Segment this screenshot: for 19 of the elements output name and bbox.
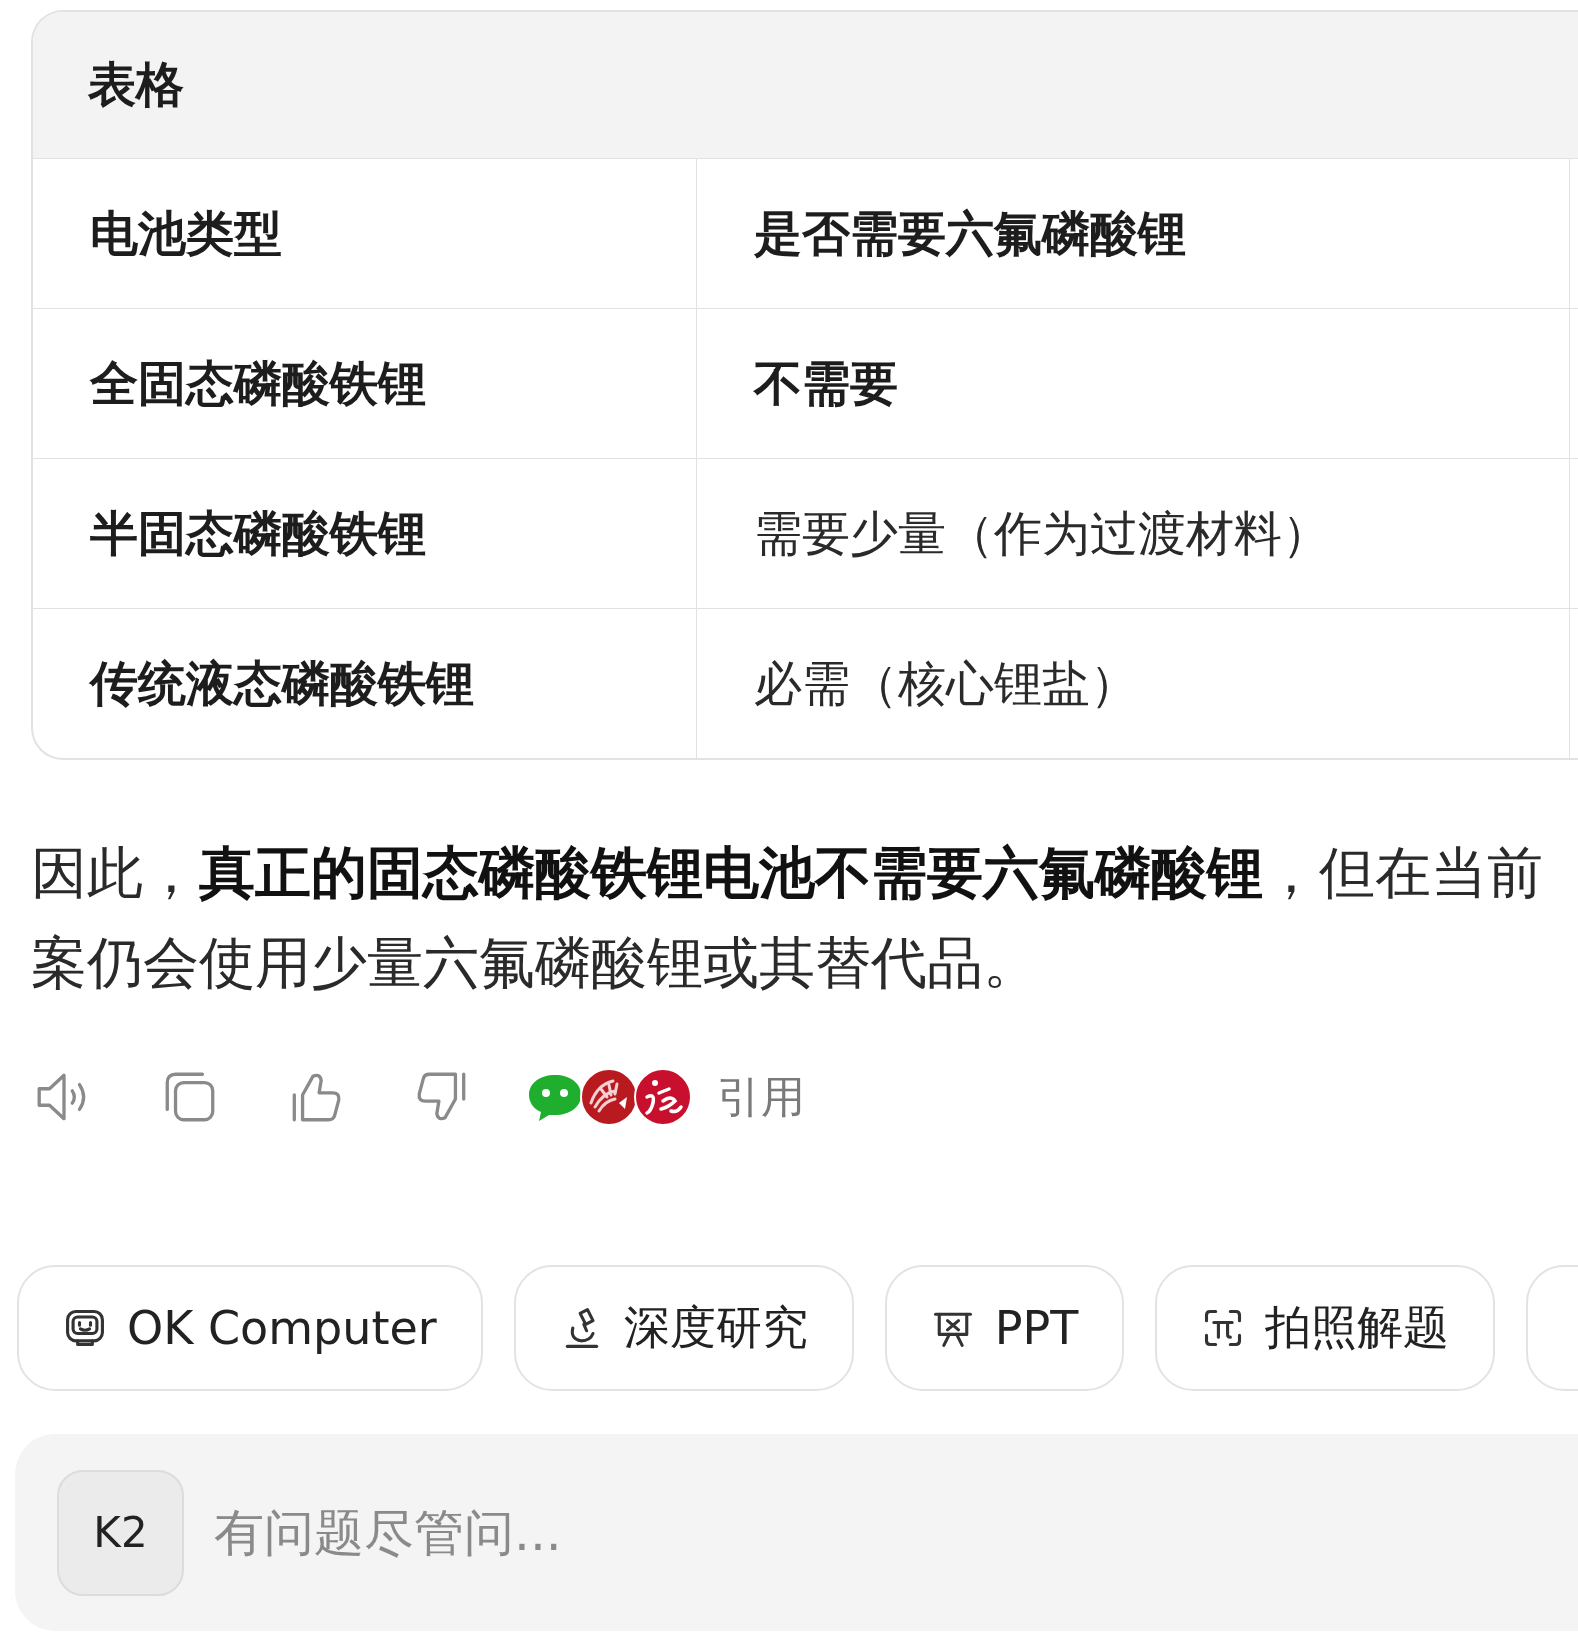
table-cell: 需要少量（作为过渡材料） [697, 459, 1570, 608]
table-cell: 传统液态磷酸铁锂 [33, 609, 697, 758]
table-cell: 不需要 [697, 309, 1570, 458]
shortcut-chip[interactable]: PPT [884, 1265, 1125, 1391]
table-cell: 电池类型 [33, 159, 697, 308]
round-logo-icon [633, 1067, 693, 1127]
table-cell: 半固态磷酸铁锂 [33, 459, 697, 608]
answer-text: 案仍会使用少量六氟磷酸锂或其替代品。 [31, 929, 1039, 997]
citation-link[interactable]: 引用 [717, 1067, 805, 1127]
shortcut-chip[interactable]: 拍照解题 [1155, 1265, 1496, 1391]
chat-input-field[interactable]: K2 有问题尽管问... [15, 1434, 1578, 1631]
table-cell: 是否需要六氟磷酸锂 [697, 159, 1570, 308]
shortcut-chip[interactable]: 深度研究 [513, 1265, 854, 1391]
table-cell: 全固态磷酸铁锂 [33, 309, 697, 458]
shortcut-chip[interactable]: OK Computer [17, 1265, 483, 1391]
model-button[interactable]: K2 [57, 1469, 184, 1596]
answer-text: 因此，真正的固态磷酸铁锂电池不需要六氟磷酸锂，但在当前 [31, 839, 1543, 907]
table-title: 表格 [88, 55, 184, 114]
table-cell: 必需（核心锂盐） [697, 609, 1570, 758]
